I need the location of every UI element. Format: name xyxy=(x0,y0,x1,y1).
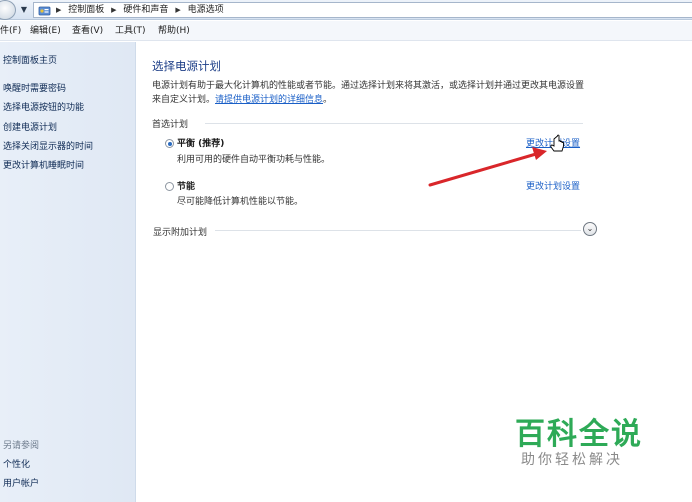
hand-cursor-icon xyxy=(550,134,564,152)
red-arrow-icon xyxy=(428,147,547,187)
watermark-subtitle: 助你轻松解决 xyxy=(521,452,623,468)
watermark-title: 百科全说 xyxy=(515,417,643,452)
watermark: 百科全说 助你轻松解决 xyxy=(491,389,669,477)
